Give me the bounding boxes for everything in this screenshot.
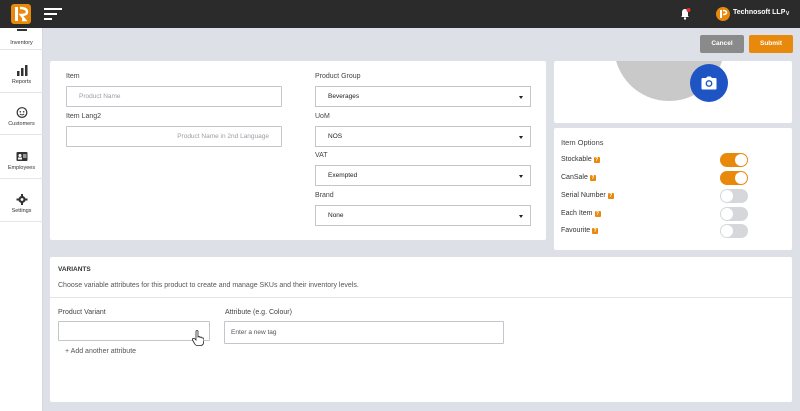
app-logo-icon[interactable] [11, 4, 31, 24]
attribute-placeholder: Enter a new tag [231, 329, 277, 336]
item-options-card: Item Options Stockable? CanSale? Serial … [554, 128, 792, 250]
sidebar-item-label: Employees [7, 165, 36, 171]
option-label: Stockable [561, 156, 592, 163]
divider [0, 134, 43, 135]
item-name-placeholder: Product Name [79, 93, 121, 100]
help-icon[interactable]: ? [594, 210, 601, 217]
sidebar-item-settings[interactable]: Settings [0, 194, 43, 214]
item-lang2-input[interactable]: Product Name in 2nd Language [66, 126, 282, 147]
camera-button[interactable] [690, 64, 728, 102]
customer-icon [16, 107, 27, 118]
item-name-input[interactable]: Product Name [66, 86, 282, 107]
product-variant-input[interactable] [58, 321, 210, 341]
top-bar: Technosoft LLP ∨ [0, 0, 800, 28]
sidebar-item-employees[interactable]: Employees [0, 151, 43, 171]
uom-label: UoM [315, 113, 330, 120]
add-another-attribute-link[interactable]: + Add another attribute [65, 348, 136, 355]
vat-label: VAT [315, 152, 328, 159]
uom-value: NOS [328, 133, 343, 140]
option-label: Favourite [561, 227, 591, 234]
vat-select[interactable]: Exempted [315, 165, 531, 186]
option-stockable: Stockable? [561, 156, 600, 163]
divider [0, 221, 43, 222]
item-lang2-label: Item Lang2 [66, 113, 102, 120]
chevron-down-icon[interactable]: ∨ [785, 9, 790, 17]
divider [0, 92, 43, 93]
help-icon[interactable]: ? [589, 174, 596, 181]
sidebar-item-customers[interactable]: Customers [0, 107, 43, 127]
attribute-label: Attribute (e.g. Colour) [225, 309, 292, 316]
bar-chart-icon [16, 65, 27, 76]
divider [0, 178, 43, 179]
vat-value: Exempted [328, 172, 358, 179]
sidebar-item-label: Customers [8, 121, 35, 127]
help-icon[interactable]: ? [607, 192, 614, 199]
company-logo-icon[interactable] [716, 7, 730, 21]
sidebar-item-reports[interactable]: Reports [0, 65, 43, 85]
option-each-item: Each Item? [561, 210, 601, 217]
id-card-icon [16, 152, 27, 161]
caret-down-icon [519, 175, 523, 178]
bell-icon[interactable] [679, 8, 691, 20]
company-name[interactable]: Technosoft LLP [733, 9, 785, 16]
toggle-stockable[interactable] [720, 153, 748, 167]
gear-icon [16, 194, 27, 205]
item-lang2-placeholder: Product Name in 2nd Language [177, 133, 269, 140]
toggle-cansale[interactable] [720, 171, 748, 185]
brand-value: None [328, 212, 344, 219]
toggle-each-item[interactable] [720, 207, 748, 221]
variants-card: VARIANTS Choose variable attributes for … [50, 257, 792, 402]
sidebar: Inventory Reports Customers Employees Se… [0, 28, 43, 411]
item-options-title: Item Options [561, 138, 604, 147]
caret-down-icon [519, 136, 523, 139]
submit-button[interactable]: Submit [749, 35, 793, 53]
option-label: Serial Number [561, 192, 606, 199]
sidebar-item-label: Reports [11, 79, 32, 85]
item-details-card: Item Product Name Item Lang2 Product Nam… [50, 61, 546, 240]
variants-title: VARIANTS [58, 266, 91, 273]
product-variant-label: Product Variant [58, 309, 106, 316]
caret-down-icon [519, 96, 523, 99]
option-serial-number: Serial Number? [561, 192, 614, 199]
option-cansale: CanSale? [561, 174, 596, 181]
uom-select[interactable]: NOS [315, 126, 531, 147]
toggle-serial-number[interactable] [720, 189, 748, 203]
item-label: Item [66, 73, 80, 80]
brand-select[interactable]: None [315, 205, 531, 226]
variants-description: Choose variable attributes for this prod… [58, 282, 359, 289]
hamburger-menu-icon[interactable] [44, 8, 62, 20]
cancel-button[interactable]: Cancel [700, 35, 744, 53]
camera-icon [701, 76, 717, 90]
sidebar-item-label: Settings [11, 208, 32, 214]
option-favourite: Favourite? [561, 227, 599, 234]
option-label: CanSale [561, 174, 588, 181]
help-icon[interactable]: ? [592, 227, 599, 234]
product-group-label: Product Group [315, 73, 361, 80]
divider [50, 297, 792, 298]
inventory-icon [16, 29, 27, 31]
sidebar-item-inventory[interactable]: Inventory [0, 26, 43, 46]
help-icon[interactable]: ? [593, 156, 600, 163]
brand-label: Brand [315, 192, 334, 199]
product-photo-card [554, 61, 792, 123]
product-group-select[interactable]: Beverages [315, 86, 531, 107]
option-label: Each Item [561, 210, 593, 217]
sidebar-item-label: Inventory [10, 40, 33, 46]
product-group-value: Beverages [328, 93, 360, 100]
caret-down-icon [519, 215, 523, 218]
toggle-favourite[interactable] [720, 224, 748, 238]
attribute-tag-input[interactable]: Enter a new tag [224, 321, 504, 344]
divider [0, 49, 43, 50]
hand-cursor-icon [192, 330, 204, 346]
